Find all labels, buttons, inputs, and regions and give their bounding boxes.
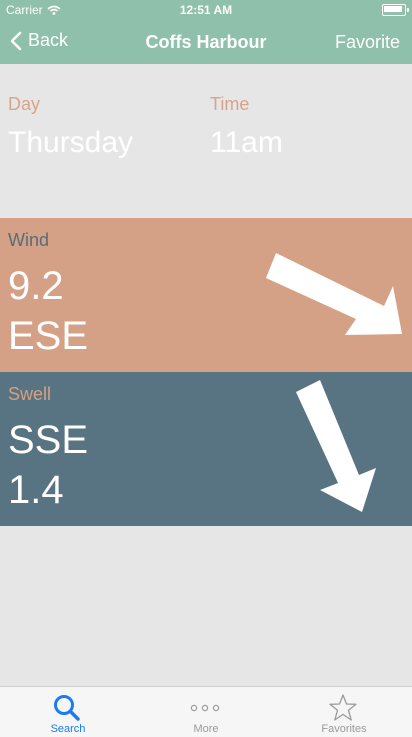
time-value: 11am [210,126,283,159]
favorite-button[interactable]: Favorite [335,32,400,53]
tab-search-label: Search [50,723,86,735]
day-value: Thursday [8,126,134,159]
battery-icon [382,4,409,16]
top-bar: Carrier 12:51 AM Back Coffs Harbour Favo… [0,0,412,64]
tab-search[interactable]: Search [8,687,128,737]
star-icon [329,694,357,721]
forecast-time-section: Day Thursday Time 11am [0,64,412,218]
swell-label: Swell [8,384,52,404]
time-label: Time [210,94,250,114]
tab-favorites-label: Favorites [321,723,367,735]
swell-panel: Swell SSE 1.4 [0,372,412,526]
status-bar: Carrier 12:51 AM [0,0,412,20]
more-icon [190,704,220,712]
day-label: Day [8,94,41,114]
wind-speed: 9.2 [8,264,64,308]
tab-more-label: More [193,723,219,735]
tab-more[interactable]: More [146,687,266,737]
search-icon [54,695,80,721]
swell-direction: SSE [8,418,89,462]
wind-label: Wind [8,230,50,250]
wind-direction: ESE [8,314,89,358]
swell-direction-arrow-icon [296,380,376,512]
navigation-bar: Back Coffs Harbour Favorite [0,20,412,64]
tab-favorites[interactable]: Favorites [284,687,404,737]
wind-direction-arrow-icon [266,253,402,335]
swell-height: 1.4 [8,468,64,512]
wind-panel: Wind 9.2 ESE [0,218,412,372]
status-time: 12:51 AM [179,3,233,17]
tab-bar: Search More Favorites [0,686,412,737]
